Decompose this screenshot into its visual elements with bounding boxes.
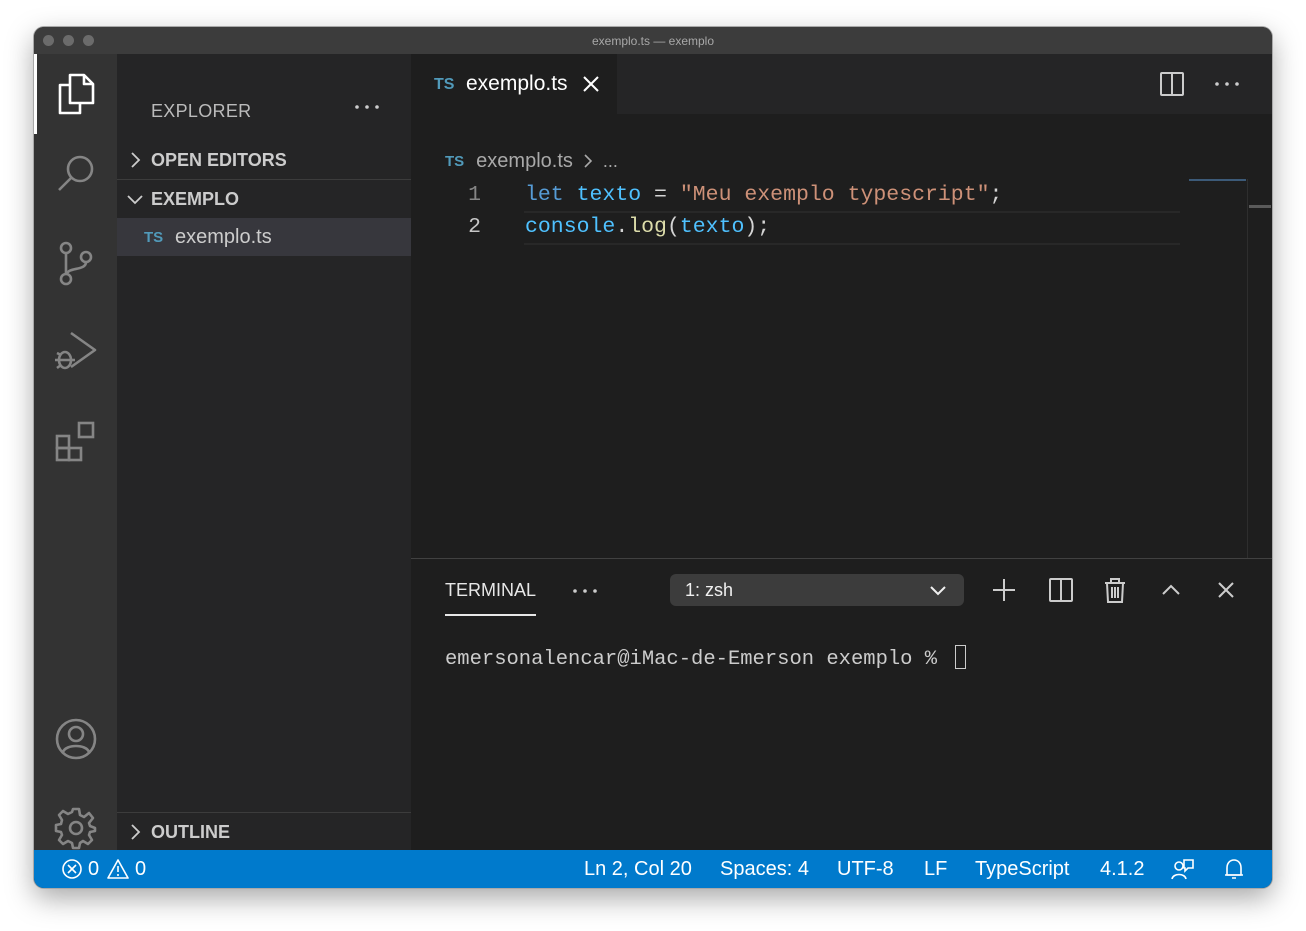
extensions-icon bbox=[55, 421, 94, 462]
typescript-file-icon: TS bbox=[144, 229, 164, 246]
code-token: . bbox=[615, 215, 629, 239]
activity-source-control[interactable] bbox=[34, 224, 117, 304]
explorer-sidebar: EXPLORER OPEN EDITORS EXEMPLO TS exemplo… bbox=[117, 54, 411, 850]
chevron-down-icon bbox=[930, 586, 946, 596]
terminal-panel: TERMINAL 1: zsh emersonalencar@iMac-de-E… bbox=[411, 558, 1272, 851]
file-item-exemplo-ts[interactable]: TS exemplo.ts bbox=[117, 218, 411, 256]
run-debug-icon bbox=[54, 331, 96, 370]
typescript-file-icon: TS bbox=[445, 152, 465, 170]
more-actions-icon[interactable] bbox=[1213, 70, 1241, 98]
terminal-select-value: 1: zsh bbox=[685, 580, 734, 600]
terminal-prompt: emersonalencar@iMac-de-Emerson exemplo % bbox=[445, 648, 950, 671]
typescript-version[interactable]: 4.1.2 bbox=[1100, 858, 1144, 881]
trash-icon[interactable] bbox=[1101, 576, 1129, 604]
line-number: 2 bbox=[468, 215, 481, 239]
account-icon bbox=[55, 718, 96, 760]
status-bar: 0 0 Ln 2, Col 20 Spaces: 4 UTF-8 LF Type… bbox=[34, 850, 1272, 888]
editor-group: TS exemplo.ts TS exemplo.ts ... 1 let tex… bbox=[411, 54, 1272, 558]
activity-bar bbox=[34, 54, 117, 850]
gear-icon bbox=[54, 807, 96, 850]
section-open-editors[interactable]: OPEN EDITORS bbox=[117, 141, 411, 179]
more-actions-icon[interactable] bbox=[352, 92, 382, 122]
close-icon[interactable] bbox=[1212, 576, 1240, 604]
code-token: = bbox=[641, 183, 680, 207]
activity-accounts[interactable] bbox=[34, 699, 117, 779]
files-icon bbox=[58, 73, 94, 115]
terminal-output[interactable]: emersonalencar@iMac-de-Emerson exemplo % bbox=[445, 645, 967, 671]
code-token: texto bbox=[576, 183, 642, 207]
activity-extensions[interactable] bbox=[34, 402, 117, 482]
indentation[interactable]: Spaces: 4 bbox=[720, 858, 809, 881]
typescript-file-icon: TS bbox=[434, 76, 455, 93]
minimap[interactable] bbox=[1189, 179, 1246, 181]
active-tab-underline bbox=[445, 614, 536, 616]
code-token: console bbox=[525, 215, 616, 239]
line-text: let texto = "Meu exemplo typescript"; bbox=[525, 183, 1002, 207]
terminal-select[interactable]: 1: zsh bbox=[670, 574, 964, 606]
chevron-down-icon bbox=[127, 195, 143, 205]
new-terminal-icon[interactable] bbox=[990, 576, 1018, 604]
split-editor-icon[interactable] bbox=[1158, 70, 1186, 98]
code-token: ( bbox=[666, 215, 680, 239]
warning-icon[interactable] bbox=[107, 858, 129, 880]
section-label: EXEMPLO bbox=[151, 189, 240, 209]
split-terminal-icon[interactable] bbox=[1047, 576, 1075, 604]
breadcrumb-more[interactable]: ... bbox=[603, 151, 618, 172]
chevron-right-icon bbox=[131, 152, 141, 168]
code-token: ; bbox=[989, 183, 1003, 207]
error-count[interactable]: 0 bbox=[88, 858, 99, 881]
source-control-icon bbox=[59, 241, 92, 286]
code-line[interactable]: 1 let texto = "Meu exemplo typescript"; bbox=[411, 179, 1181, 211]
chevron-right-icon bbox=[584, 154, 593, 168]
editor-tab-bar: TS exemplo.ts bbox=[411, 54, 1272, 114]
tab-exemplo-ts[interactable]: TS exemplo.ts bbox=[411, 54, 617, 114]
active-indicator bbox=[34, 54, 37, 134]
code-token: "Meu exemplo typescript" bbox=[679, 183, 990, 207]
file-name: exemplo.ts bbox=[175, 226, 272, 248]
language-mode[interactable]: TypeScript bbox=[975, 858, 1069, 881]
line-number: 1 bbox=[468, 183, 481, 207]
activity-run-debug[interactable] bbox=[34, 312, 117, 392]
section-label: OPEN EDITORS bbox=[151, 150, 287, 170]
scrollbar-thumb[interactable] bbox=[1249, 205, 1271, 208]
tab-label: exemplo.ts bbox=[466, 72, 568, 95]
chevron-up-icon[interactable] bbox=[1157, 576, 1185, 604]
line-text: console.log(texto); bbox=[525, 215, 770, 239]
breadcrumb-file[interactable]: exemplo.ts bbox=[476, 150, 573, 173]
title-bar: exemplo.ts — exemplo bbox=[34, 27, 1272, 54]
error-icon[interactable] bbox=[61, 858, 83, 880]
section-folder-exemplo[interactable]: EXEMPLO bbox=[117, 180, 411, 218]
feedback-icon[interactable] bbox=[1170, 857, 1194, 881]
more-actions-icon[interactable] bbox=[571, 577, 599, 605]
activity-search[interactable] bbox=[34, 134, 117, 214]
code-token: texto bbox=[679, 215, 745, 239]
end-of-line[interactable]: LF bbox=[924, 858, 947, 881]
warning-count[interactable]: 0 bbox=[135, 858, 146, 881]
search-icon bbox=[57, 155, 93, 191]
notifications-bell-icon[interactable] bbox=[1222, 857, 1246, 881]
sidebar-title: EXPLORER bbox=[151, 101, 252, 121]
section-label: OUTLINE bbox=[151, 822, 230, 842]
window-title: exemplo.ts — exemplo bbox=[591, 34, 715, 48]
chevron-right-icon bbox=[131, 824, 141, 840]
code-line[interactable]: 2 console.log(texto); bbox=[411, 211, 1181, 243]
terminal-cursor bbox=[955, 645, 967, 669]
tab-terminal[interactable]: TERMINAL bbox=[445, 580, 536, 601]
breadcrumb: TS exemplo.ts ... bbox=[445, 148, 618, 174]
encoding[interactable]: UTF-8 bbox=[837, 858, 894, 881]
vscode-window: exemplo.ts — exemplo EXPLORER OPEN EDITO… bbox=[34, 27, 1272, 888]
cursor-position[interactable]: Ln 2, Col 20 bbox=[584, 858, 692, 881]
code-token: ); bbox=[744, 215, 771, 239]
activity-explorer[interactable] bbox=[34, 54, 117, 134]
scrollbar-track[interactable] bbox=[1247, 179, 1248, 558]
section-outline[interactable]: OUTLINE bbox=[117, 813, 411, 851]
code-token: let bbox=[525, 183, 564, 207]
code-token: log bbox=[628, 215, 667, 239]
close-icon[interactable] bbox=[581, 74, 601, 94]
